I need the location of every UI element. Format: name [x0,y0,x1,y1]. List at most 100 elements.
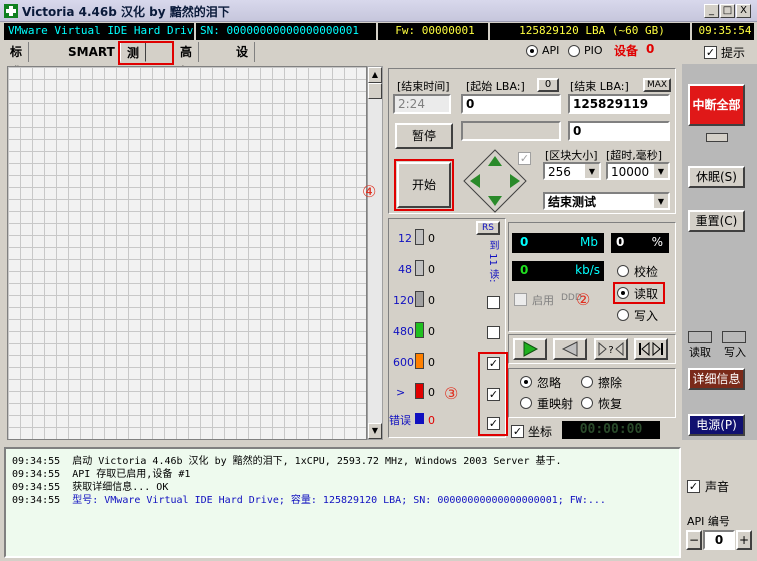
api-increment-button[interactable]: + [736,530,752,550]
stats-count: 0 [428,232,435,245]
scroll-down-icon[interactable]: ▼ [368,423,382,439]
api-number-input[interactable]: 0 [703,530,735,550]
status-led [706,133,728,142]
timeout-select[interactable]: 10000 ▼ [606,162,670,180]
highlight-start-button [394,159,454,211]
stats-ms: > [396,386,406,399]
serial-number: SN: 00000000000000000001 [196,23,376,40]
sound-checkbox[interactable]: ✓ [687,480,700,493]
api-number-label: API 编号 [687,515,730,528]
tab-advanced[interactable]: 高级 [174,42,200,79]
highlight-checkboxes [478,352,508,436]
speed-display: 0 kb/s [512,261,604,281]
erase-label: 擦除 [598,376,623,390]
stats-color-icon [415,229,424,245]
maximize-button[interactable]: □ [720,4,735,18]
annotation-4: ④ [362,182,377,201]
random-seek-button[interactable]: ? [594,338,628,360]
tab-settings[interactable]: 设置 [230,42,256,79]
ddd-checkbox[interactable] [514,293,527,306]
error-label: 错误 [389,414,411,427]
svg-text:?: ? [608,345,613,356]
scroll-up-icon[interactable]: ▲ [368,67,382,83]
hint-checkbox[interactable]: ✓ [704,46,717,59]
stats-count: 0 [428,356,435,369]
stats-color-icon [415,383,424,399]
remap-label: 重映射 [537,397,574,411]
api-decrement-button[interactable]: − [686,530,702,550]
annotation-2: ② [576,290,591,309]
highlight-read-radio [613,282,665,304]
log-text: 型号: VMware Virtual IDE Hard Drive; 容量: 1… [72,495,606,506]
rewind-button[interactable] [553,338,587,360]
pause-button[interactable]: 暂停 [395,123,453,149]
write-led-label: 写入 [724,346,746,359]
annotation-3: ③ [444,384,459,403]
end-time-field[interactable]: 2:24 [393,94,451,114]
repair-options-panel [508,368,676,418]
current-lba-field [461,121,561,141]
remap-radio[interactable] [520,397,532,409]
start-lba-zero-button[interactable]: 0 [537,78,559,92]
device-number: 0 [646,42,655,56]
tab-smart[interactable]: SMART [62,42,122,62]
erase-radio[interactable] [581,376,593,388]
coord-checkbox[interactable]: ✓ [511,425,524,438]
api-radio[interactable] [526,45,538,57]
highlight-test-tab [118,41,174,65]
stop-all-button[interactable]: 中断全部 [688,84,745,126]
read-led-label: 读取 [689,346,711,359]
hint-label: 提示 [721,46,746,60]
stats-checkbox-480[interactable] [487,326,500,339]
chevron-down-icon[interactable]: ▼ [654,194,668,208]
play-button[interactable] [513,338,547,360]
capacity: 125829120 LBA (~60 GB) [490,23,690,40]
minimize-button[interactable]: _ [704,4,719,18]
grid-checkbox[interactable]: ✓ [518,152,531,165]
tab-standard[interactable]: 标准 [4,42,30,79]
app-cross-icon [4,4,18,18]
stats-color-icon [415,322,424,338]
sleep-button[interactable]: 休眠(S) [688,166,745,188]
reset-button[interactable]: 重置(C) [688,210,745,232]
write-radio[interactable] [617,309,629,321]
reset-stats-button[interactable]: RS [476,221,500,235]
mb-unit: Mb [580,235,598,249]
details-button[interactable]: 详细信息 [688,368,745,390]
write-label: 写入 [634,309,659,323]
end-seek-button[interactable] [634,338,668,360]
chevron-down-icon[interactable]: ▼ [654,164,668,178]
power-button[interactable]: 电源(P) [688,414,745,436]
restore-radio[interactable] [581,397,593,409]
percent-display: 0 % [611,233,669,253]
end-lba-max-button[interactable]: MAX [643,78,671,92]
stats-checkbox-120[interactable] [487,296,500,309]
stats-ms: 120 [393,294,414,307]
stats-color-icon [415,291,424,307]
second-lba-input[interactable]: 0 [568,121,670,141]
timeout-label: [超时,毫秒] [606,149,663,162]
pio-label: PIO [584,44,603,57]
block-size-value: 256 [548,165,571,179]
restore-label: 恢复 [598,397,623,411]
close-button[interactable]: X [736,4,751,18]
window-title: Victoria 4.46b 汉化 by 黯然的泪下 [22,5,230,19]
scroll-thumb[interactable] [368,83,382,99]
coord-label: 坐标 [528,425,553,439]
write-led [722,331,746,343]
verify-radio[interactable] [617,265,629,277]
timeout-value: 10000 [611,165,650,179]
pio-radio[interactable] [568,45,580,57]
ignore-radio[interactable] [520,376,532,388]
grid-scrollbar[interactable]: ▲ ▼ [367,66,383,440]
start-lba-input[interactable]: 0 [461,94,561,114]
chevron-down-icon[interactable]: ▼ [585,164,599,178]
end-action-select[interactable]: 结束测试 ▼ [543,192,670,210]
block-size-select[interactable]: 256 ▼ [543,162,601,180]
speed-unit: kb/s [575,263,600,277]
stats-count: 0 [428,294,435,307]
end-time-value: 2:24 [398,97,425,111]
stats-ms: 12 [398,232,412,245]
stats-ms: 48 [398,263,412,276]
end-lba-input[interactable]: 125829119 [568,94,670,114]
